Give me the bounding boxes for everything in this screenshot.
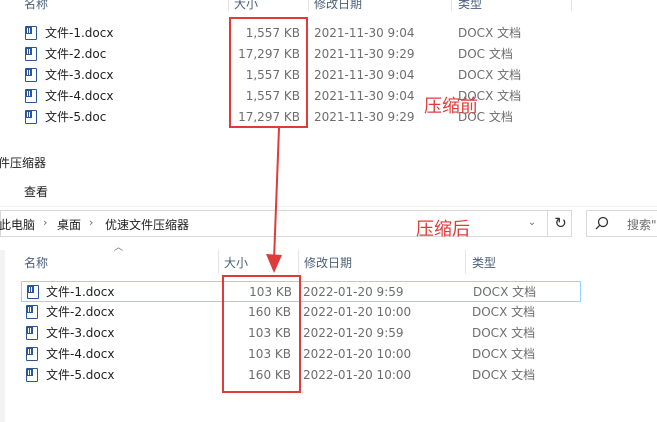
file-name: 文件-1.docx — [46, 285, 115, 299]
before-col-divider[interactable] — [308, 0, 309, 11]
col-date[interactable]: 修改日期 — [304, 254, 352, 271]
file-date: 2021-11-30 9:04 — [314, 26, 415, 40]
file-type: DOCX 文档 — [472, 326, 536, 340]
file-date: 2022-01-20 9:59 — [303, 285, 404, 299]
table-row[interactable]: 文件-3.docx 1,557 KB 2021-11-30 9:04 DOCX … — [0, 65, 657, 86]
table-row[interactable]: 文件-3.docx 103 KB 2022-01-20 9:59 DOCX 文档 — [21, 323, 581, 344]
file-name: 文件-3.docx — [45, 68, 114, 82]
before-col-date[interactable]: 修改日期 — [314, 0, 362, 13]
file-date: 2022-01-20 9:59 — [303, 326, 404, 340]
before-annotation: 压缩前 — [424, 96, 478, 117]
tab-view[interactable]: 查看 — [24, 183, 48, 200]
table-row[interactable]: 文件-4.docx 1,557 KB 2021-11-30 9:04 DOCX … — [0, 86, 657, 107]
file-type: DOCX 文档 — [472, 347, 536, 361]
table-row[interactable]: 文件-2.docx 160 KB 2022-01-20 10:00 DOCX 文… — [21, 302, 581, 323]
table-row[interactable]: 文件-1.docx 1,557 KB 2021-11-30 9:04 DOCX … — [0, 23, 657, 44]
chevron-right-icon[interactable]: › — [89, 216, 93, 229]
file-name: 文件-5.doc — [45, 110, 107, 124]
file-date: 2021-11-30 9:29 — [314, 110, 415, 124]
navigation-pane-edge — [0, 250, 5, 422]
word-doc-icon — [25, 68, 37, 82]
breadcrumb-folder[interactable]: 优速文件压缩器 — [105, 216, 189, 233]
file-name: 文件-4.docx — [45, 89, 114, 103]
col-divider[interactable] — [298, 250, 299, 274]
table-row-selected[interactable]: 文件-1.docx 103 KB 2022-01-20 9:59 DOCX 文档 — [21, 281, 581, 302]
word-doc-icon — [25, 110, 37, 124]
after-size-highlight — [222, 275, 301, 393]
file-date: 2022-01-20 10:00 — [303, 347, 412, 361]
word-doc-icon — [27, 285, 39, 299]
word-doc-icon — [26, 326, 38, 340]
divider — [0, 206, 657, 207]
file-name: 文件-5.docx — [46, 368, 115, 382]
file-type: DOC 文档 — [458, 47, 513, 61]
col-size[interactable]: 大小 — [224, 254, 248, 271]
before-col-size[interactable]: 大小 — [234, 0, 258, 13]
refresh-icon: ↻ — [554, 214, 567, 232]
table-row[interactable]: 文件-4.docx 103 KB 2022-01-20 10:00 DOCX 文… — [21, 344, 581, 365]
file-date: 2022-01-20 10:00 — [303, 305, 412, 319]
word-doc-icon — [25, 89, 37, 103]
breadcrumb-desktop[interactable]: 桌面 — [57, 216, 81, 233]
col-divider[interactable] — [218, 250, 219, 274]
file-name: 文件-2.doc — [45, 47, 107, 61]
col-name[interactable]: 名称 — [24, 254, 48, 271]
after-column-header: ︿ 名称 大小 修改日期 类型 — [0, 243, 657, 274]
file-name: 文件-4.docx — [46, 347, 115, 361]
before-size-highlight — [229, 17, 308, 128]
word-doc-icon — [25, 47, 37, 61]
search-placeholder: 搜索" — [627, 218, 657, 232]
search-input[interactable]: 搜索" — [586, 210, 657, 237]
table-row[interactable]: 文件-5.docx 160 KB 2022-01-20 10:00 DOCX 文… — [21, 365, 581, 386]
word-doc-icon — [26, 368, 38, 382]
before-col-type[interactable]: 类型 — [458, 0, 482, 13]
after-annotation: 压缩后 — [416, 219, 470, 240]
word-doc-icon — [25, 26, 37, 40]
file-type: DOCX 文档 — [472, 305, 536, 319]
word-doc-icon — [26, 305, 38, 319]
refresh-button[interactable]: ↻ — [547, 211, 573, 236]
file-date: 2022-01-20 10:00 — [303, 368, 412, 382]
file-date: 2021-11-30 9:04 — [314, 68, 415, 82]
word-doc-icon — [26, 347, 38, 361]
file-type: DOCX 文档 — [458, 26, 522, 40]
file-type: DOCX 文档 — [473, 285, 537, 299]
window-title: 件压缩器 — [0, 156, 47, 170]
col-divider[interactable] — [465, 250, 466, 274]
file-name: 文件-1.docx — [45, 26, 114, 40]
file-name: 文件-2.docx — [46, 305, 115, 319]
col-type[interactable]: 类型 — [472, 254, 496, 271]
sort-caret-icon: ︿ — [114, 243, 124, 253]
before-col-name[interactable]: 名称 — [24, 0, 48, 13]
before-col-divider[interactable] — [571, 0, 572, 11]
file-type: DOCX 文档 — [472, 368, 536, 382]
file-name: 文件-3.docx — [46, 326, 115, 340]
chevron-right-icon[interactable]: › — [43, 216, 47, 229]
chevron-down-icon[interactable]: ⌄ — [523, 214, 541, 232]
title-bar: 件压缩器 — [0, 148, 657, 176]
file-date: 2021-11-30 9:29 — [314, 47, 415, 61]
red-arrow-icon — [266, 127, 282, 273]
before-column-header: 名称 大小 修改日期 类型 — [0, 0, 657, 13]
search-icon — [595, 216, 609, 230]
file-type: DOCX 文档 — [458, 68, 522, 82]
screenshot-stage: 名称 大小 修改日期 类型 文件-1.docx 1,557 KB 2021-11… — [0, 0, 657, 422]
file-date: 2021-11-30 9:04 — [314, 89, 415, 103]
before-col-divider[interactable] — [451, 0, 452, 11]
breadcrumb-this-pc[interactable]: 此电脑 — [0, 216, 35, 233]
table-row[interactable]: 文件-2.doc 17,297 KB 2021-11-30 9:29 DOC 文… — [0, 44, 657, 65]
before-col-divider[interactable] — [228, 0, 229, 11]
table-row[interactable]: 文件-5.doc 17,297 KB 2021-11-30 9:29 DOC 文… — [0, 107, 657, 128]
before-file-list: 名称 大小 修改日期 类型 文件-1.docx 1,557 KB 2021-11… — [0, 0, 657, 148]
